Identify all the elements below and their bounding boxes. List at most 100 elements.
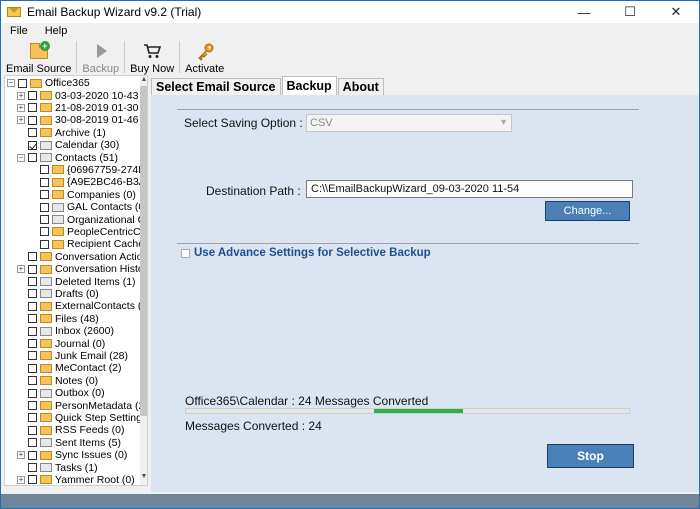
tree-checkbox[interactable] (28, 363, 37, 373)
tree-checkbox[interactable] (40, 227, 49, 237)
tree-item[interactable]: Conversation Action S (17, 250, 148, 263)
scroll-up-icon[interactable]: ▲ (140, 76, 147, 86)
tree-item[interactable]: +03-03-2020 10-43 (0) (17, 89, 147, 102)
destination-path-field[interactable]: C:\\EmailBackupWizard_09-03-2020 11-54 (306, 180, 633, 198)
tree-item[interactable]: Sent Items (5) (17, 437, 121, 449)
tree-item[interactable]: Drafts (0) (17, 288, 99, 300)
tree-item[interactable]: +21-08-2019 01-30 (0) (17, 102, 147, 114)
scroll-down-icon[interactable]: ▼ (140, 473, 147, 483)
expand-icon[interactable]: + (17, 116, 25, 125)
tree-checkbox[interactable] (28, 463, 37, 473)
email-source-button[interactable]: + Email Source (1, 39, 76, 75)
menu-help[interactable]: Help (36, 25, 76, 37)
tree-item[interactable]: Notes (0) (17, 375, 98, 387)
tree-item[interactable]: Quick Step Settings (0 (17, 412, 147, 424)
change-button[interactable]: Change... (545, 201, 630, 221)
tree-item[interactable]: + Conversation History (17, 263, 147, 275)
tree-item[interactable]: Inbox (2600) (17, 325, 114, 337)
tree-item[interactable]: PersonMetadata (284 (17, 399, 147, 412)
folder-tree[interactable]: − Office365 +03-03-2020 10-43 (0) +21-08-20… (4, 75, 148, 486)
tree-item[interactable]: Recipient Cache ( (29, 238, 147, 250)
tree-checkbox[interactable] (40, 239, 49, 249)
tree-checkbox[interactable] (40, 190, 49, 200)
tree-checkbox[interactable] (28, 475, 37, 485)
tree-item[interactable]: RSS Feeds (0) (17, 424, 124, 436)
tree-checkbox[interactable] (40, 215, 49, 225)
expand-icon[interactable]: + (17, 103, 25, 112)
tree-horizontal-scrollbar[interactable] (4, 486, 148, 494)
advance-settings-label[interactable]: Use Advance Settings for Selective Backu… (194, 247, 431, 259)
buy-now-button[interactable]: Buy Now (125, 39, 179, 75)
tree-item[interactable]: + Yammer Root (0) (17, 474, 135, 485)
tree-checkbox[interactable] (18, 78, 27, 88)
tree-item[interactable]: GAL Contacts (0) (29, 201, 147, 213)
tree-checkbox[interactable] (28, 301, 37, 311)
tree-item[interactable]: − Contacts (51) (17, 151, 118, 164)
tree-item[interactable]: Companies (0) (29, 189, 136, 201)
activate-button[interactable]: Activate (180, 39, 229, 75)
tree-item[interactable]: Junk Email (28) (17, 350, 128, 362)
tree-scrollbar[interactable]: ▲ ▼ (140, 76, 147, 485)
tree-checkbox[interactable] (28, 351, 37, 361)
tree-checkbox[interactable] (28, 277, 37, 287)
tree-checkbox[interactable] (40, 177, 49, 187)
minimize-button[interactable]: — (561, 1, 607, 23)
tree-checkbox[interactable] (28, 388, 37, 398)
tree-item[interactable]: Archive (1) (17, 127, 106, 139)
close-button[interactable]: ✕ (653, 1, 699, 23)
tree-checkbox[interactable] (28, 339, 37, 349)
expand-icon[interactable]: + (17, 475, 25, 484)
tree-checkbox[interactable] (28, 314, 37, 324)
tab-select-email-source[interactable]: Select Email Source (151, 78, 281, 95)
tree-item-label: Conversation Action S (55, 250, 148, 263)
tree-checkbox[interactable] (28, 140, 37, 150)
tree-checkbox[interactable] (40, 165, 49, 175)
tree-item[interactable]: Tasks (1) (17, 461, 98, 474)
tab-about[interactable]: About (337, 78, 384, 95)
tree-checkbox[interactable] (28, 401, 37, 411)
scroll-thumb[interactable] (140, 86, 147, 416)
tree-checkbox[interactable] (28, 326, 37, 336)
tree-checkbox[interactable] (28, 115, 37, 125)
tree-item[interactable]: ExternalContacts (0) (17, 300, 147, 312)
tree-item[interactable]: Calendar (30) (17, 139, 119, 151)
tree-root[interactable]: − Office365 (7, 77, 90, 89)
saving-option-select[interactable]: CSV ▼ (306, 114, 512, 132)
tree-checkbox[interactable] (28, 289, 37, 299)
tree-checkbox[interactable] (28, 91, 37, 101)
tree-checkbox[interactable] (40, 202, 49, 212)
tab-backup[interactable]: Backup (281, 76, 337, 95)
tree-item[interactable]: Outbox (0) (17, 387, 105, 399)
expand-icon[interactable]: + (17, 265, 25, 274)
tree-item[interactable]: Organizational Cor (29, 213, 147, 226)
tree-checkbox[interactable] (28, 153, 37, 163)
tree-item[interactable]: +30-08-2019 01-46 (0) (17, 114, 147, 126)
tree-item[interactable]: Deleted Items (1) (17, 275, 136, 288)
tree-checkbox[interactable] (28, 438, 37, 448)
tree-item[interactable]: Journal (0) (17, 337, 105, 350)
tree-item[interactable]: Files (48) (17, 313, 99, 325)
destination-path-label: Destination Path : (206, 184, 301, 198)
tree-checkbox[interactable] (28, 264, 37, 274)
tree-checkbox[interactable] (28, 252, 37, 262)
expand-icon[interactable]: + (17, 451, 25, 460)
tree-checkbox[interactable] (28, 413, 37, 423)
tree-checkbox[interactable] (28, 103, 37, 113)
expand-icon[interactable]: + (17, 91, 25, 100)
backup-button[interactable]: Backup (77, 39, 124, 75)
advance-settings-checkbox[interactable] (181, 249, 190, 258)
collapse-icon[interactable]: − (7, 79, 15, 88)
collapse-icon[interactable]: − (17, 153, 25, 162)
tree-checkbox[interactable] (28, 128, 37, 138)
tree-item[interactable]: + Sync Issues (0) (17, 449, 127, 461)
tree-checkbox[interactable] (28, 450, 37, 460)
tree-item[interactable]: {A9E2BC46-B3A0- (29, 176, 147, 188)
tree-item[interactable]: PeopleCentricCon (29, 226, 147, 238)
stop-button[interactable]: Stop (547, 444, 634, 468)
maximize-button[interactable]: ☐ (607, 1, 653, 23)
menu-file[interactable]: File (1, 25, 36, 37)
tree-checkbox[interactable] (28, 376, 37, 386)
tree-item[interactable]: {06967759-274D-40 (29, 164, 147, 176)
tree-checkbox[interactable] (28, 425, 37, 435)
tree-item[interactable]: MeContact (2) (17, 362, 122, 374)
